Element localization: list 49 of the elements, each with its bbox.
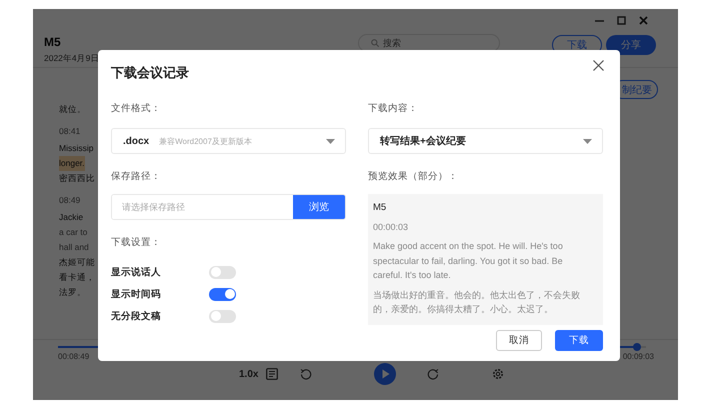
- field-label: 下载内容：: [368, 102, 418, 116]
- setting-label: 显示说话人: [111, 266, 162, 278]
- setting-label: 无分段文稿: [111, 310, 162, 322]
- maximize-icon[interactable]: [617, 16, 626, 24]
- transcript-line: 密西西比: [59, 172, 95, 185]
- content-dropdown[interactable]: 转写结果+会议纪要: [368, 128, 603, 154]
- close-icon[interactable]: [593, 60, 604, 71]
- preview-title: M5: [373, 201, 386, 215]
- meeting-date: 2022年4月9日: [44, 53, 100, 65]
- total-time: 00:09:03: [622, 352, 654, 361]
- forward-icon[interactable]: [427, 368, 440, 380]
- timestamp: 08:41: [59, 125, 80, 138]
- transcript-line: Mississip: [59, 142, 94, 155]
- transcript-line: 就位。: [59, 103, 86, 116]
- format-dropdown[interactable]: .docx 兼容Word2007及更新版本: [111, 128, 346, 154]
- transcript-line: a car to: [59, 226, 88, 239]
- dropdown-caret-icon[interactable]: [583, 138, 592, 144]
- preview-paragraph: 当场做出好的重音。他会的。他太出色了，不会失败的，亲爱的。你搞得太糟了。小心。太迟了。: [373, 288, 581, 316]
- field-label: 保存路径：: [111, 170, 161, 184]
- dropdown-caret-icon[interactable]: [326, 138, 335, 144]
- download-button[interactable]: 下载: [555, 330, 603, 351]
- meeting-title: M5: [44, 35, 62, 49]
- settings-icon[interactable]: [492, 368, 504, 380]
- field-label: 预览效果（部分）：: [368, 170, 458, 184]
- elapsed-time: 00:08:49: [58, 352, 90, 361]
- setting-label: 显示时间码: [111, 288, 162, 300]
- transcript-line: 看卡通，: [59, 271, 95, 284]
- browse-button[interactable]: 浏览: [293, 195, 345, 219]
- path-field[interactable]: 请选择保存路径 浏览: [111, 194, 346, 220]
- toggle-switch[interactable]: [209, 288, 236, 300]
- cancel-button[interactable]: 取消: [496, 330, 542, 351]
- rewind-icon[interactable]: [300, 368, 312, 380]
- timestamp: 08:49: [59, 194, 80, 207]
- transcript-line: hall and: [59, 241, 89, 254]
- share-button[interactable]: 分享: [606, 35, 656, 55]
- dialog-title: 下载会议记录: [111, 65, 189, 81]
- field-label: 文件格式：: [111, 102, 161, 116]
- field-label: 下载设置：: [111, 236, 161, 250]
- play-icon[interactable]: [374, 363, 396, 385]
- search-icon: [371, 39, 379, 47]
- transcript-line: 法罗。: [59, 286, 86, 299]
- preview-paragraph: Make good accent on the spot. He will. He's too spectacular to fail, darling. You got it so bad. Be careful. It's too late.: [373, 240, 564, 282]
- transcript-line: 杰姬可能: [59, 256, 95, 269]
- close-icon[interactable]: [639, 16, 648, 24]
- toggle-switch[interactable]: [209, 310, 236, 322]
- preview-timestamp: 00:00:03: [373, 221, 408, 234]
- toggle-switch[interactable]: [209, 266, 236, 278]
- speed-control[interactable]: 1.0x: [239, 368, 258, 380]
- transcript-line: Jackie: [59, 211, 84, 224]
